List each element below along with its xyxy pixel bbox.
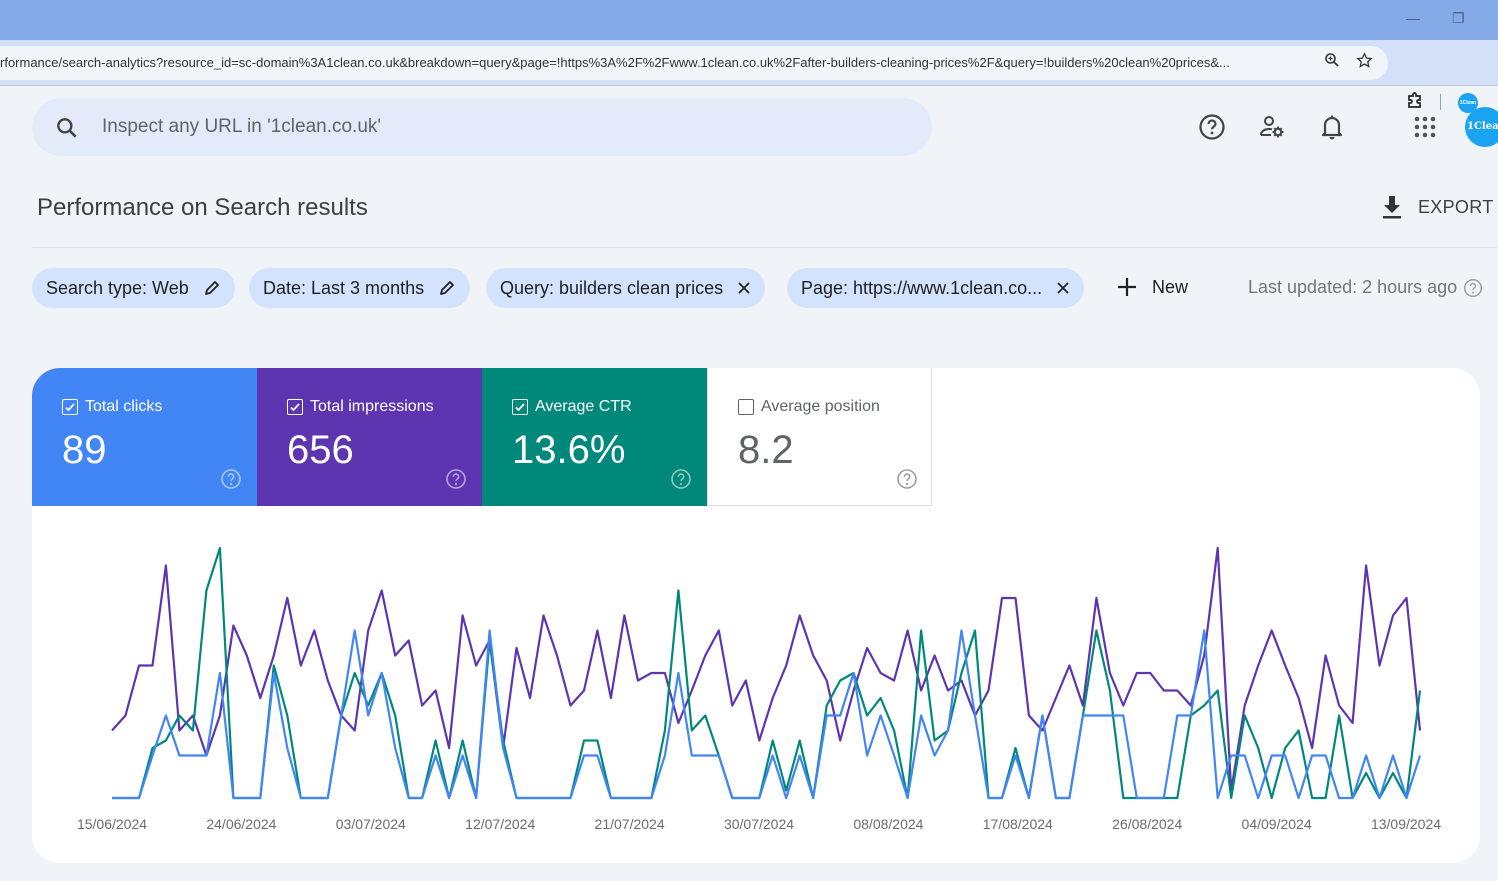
url-text[interactable]: rformance/search-analytics?resource_id=s… <box>0 55 1310 70</box>
export-button[interactable]: EXPORT <box>1380 194 1494 220</box>
help-icon[interactable] <box>1197 112 1227 142</box>
minimize-icon[interactable]: — <box>1406 10 1420 26</box>
series-line-total-impressions[interactable] <box>111 546 1422 792</box>
address-bar[interactable]: rformance/search-analytics?resource_id=s… <box>0 46 1388 80</box>
filter-chip-page[interactable]: Page: https://www.1clean.co... <box>787 268 1085 308</box>
close-icon[interactable] <box>1056 281 1070 295</box>
x-tick-label: 24/06/2024 <box>206 816 276 832</box>
account-avatar[interactable]: 1Clean <box>1465 107 1498 147</box>
restore-icon[interactable]: ❐ <box>1452 10 1465 27</box>
filter-chip-search-type[interactable]: Search type: Web <box>32 268 235 308</box>
x-tick-label: 13/09/2024 <box>1371 816 1441 832</box>
apps-grid-icon[interactable] <box>1410 112 1440 142</box>
performance-line-chart[interactable]: 15/06/2024 24/06/2024 03/07/2024 12/07/2024… <box>32 368 1480 863</box>
chip-label: Page: https://www.1clean.co... <box>801 277 1043 298</box>
x-tick-label: 08/08/2024 <box>853 816 923 832</box>
filter-chip-query[interactable]: Query: builders clean prices <box>486 268 766 308</box>
x-tick-label: 03/07/2024 <box>336 816 406 832</box>
close-icon[interactable] <box>737 281 751 295</box>
new-filter-button[interactable]: New <box>1116 276 1188 298</box>
help-icon[interactable] <box>1463 278 1483 298</box>
x-tick-label: 12/07/2024 <box>465 816 535 832</box>
browser-toolbar: rformance/search-analytics?resource_id=s… <box>0 40 1498 113</box>
last-updated-text: Last updated: 2 hours ago <box>1248 277 1458 297</box>
page-title: Performance on Search results <box>37 194 368 221</box>
x-tick-label: 30/07/2024 <box>724 816 794 832</box>
export-label: EXPORT <box>1418 196 1494 217</box>
last-updated-status: Last updated: 2 hours ago <box>1248 277 1483 298</box>
browser-titlebar: — ❐ <box>0 0 1498 40</box>
bookmark-star-icon[interactable] <box>1356 52 1373 73</box>
header-divider <box>32 247 1498 248</box>
chip-label: Query: builders clean prices <box>500 277 724 298</box>
search-icon <box>57 118 77 138</box>
x-tick-label: 04/09/2024 <box>1242 816 1312 832</box>
notifications-bell-icon[interactable] <box>1317 112 1347 142</box>
download-icon <box>1383 196 1401 219</box>
new-filter-label: New <box>1152 276 1189 297</box>
edit-pencil-icon[interactable] <box>203 279 221 297</box>
search-input[interactable] <box>102 111 902 143</box>
x-tick-label: 15/06/2024 <box>77 816 147 832</box>
x-tick-label: 26/08/2024 <box>1112 816 1182 832</box>
x-tick-label: 21/07/2024 <box>595 816 665 832</box>
url-inspection-search[interactable] <box>32 98 932 156</box>
plus-icon <box>1118 278 1136 296</box>
performance-chart-card: Total clicks 89 Total impressions 656 Av… <box>32 368 1480 863</box>
chip-label: Search type: Web <box>46 277 189 298</box>
edit-pencil-icon[interactable] <box>438 279 456 297</box>
chip-label: Date: Last 3 months <box>263 277 425 298</box>
toolbar-separator <box>1440 94 1441 110</box>
extensions-icon[interactable] <box>1405 91 1425 111</box>
manage-users-settings-icon[interactable] <box>1257 112 1287 142</box>
x-tick-label: 17/08/2024 <box>983 816 1053 832</box>
zoom-icon[interactable] <box>1324 52 1340 72</box>
filter-chip-date[interactable]: Date: Last 3 months <box>249 268 471 308</box>
